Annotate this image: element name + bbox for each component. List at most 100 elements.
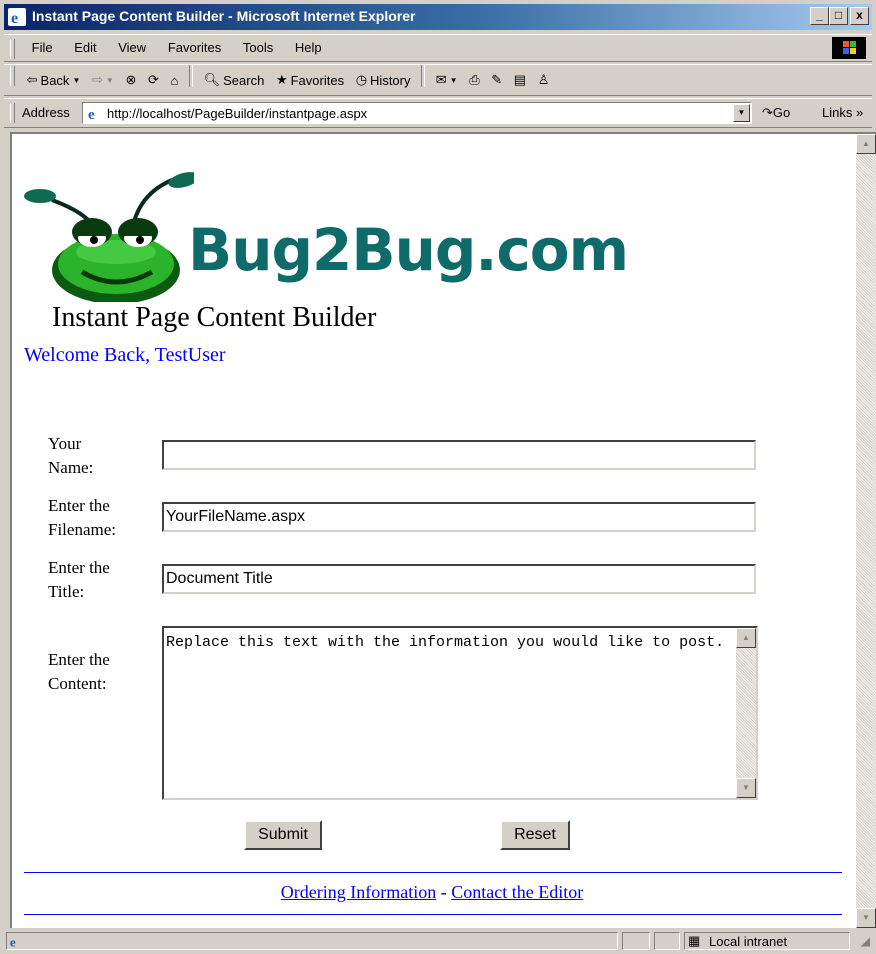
favorites-label: Favorites bbox=[290, 72, 345, 88]
stop-button[interactable]: ⊗ bbox=[121, 65, 140, 95]
go-arrow-icon: ↷ bbox=[762, 105, 773, 120]
links-label: Links bbox=[822, 105, 853, 120]
close-button[interactable]: x bbox=[850, 7, 869, 25]
content-textarea[interactable]: Replace this text with the information y… bbox=[162, 626, 758, 800]
footer-separator: - bbox=[436, 882, 452, 902]
svg-text:e: e bbox=[10, 934, 16, 948]
menu-file[interactable]: File bbox=[23, 35, 62, 61]
back-label: Back bbox=[40, 72, 70, 88]
scroll-down-button[interactable]: ▼ bbox=[736, 778, 756, 798]
messenger-icon: ♙ bbox=[537, 72, 550, 87]
history-icon: ◷ bbox=[355, 72, 368, 87]
filename-input[interactable]: YourFileName.aspx bbox=[162, 502, 756, 532]
back-button[interactable]: ⇦ Back ▼ bbox=[23, 65, 85, 95]
dropdown-arrow-icon: ▼ bbox=[72, 75, 81, 85]
svg-text:e: e bbox=[11, 10, 18, 26]
zone-label: Local intranet bbox=[709, 934, 788, 949]
ordering-information-link[interactable]: Ordering Information bbox=[281, 882, 436, 902]
print-icon: ⎙ bbox=[469, 72, 480, 87]
messenger-button[interactable]: ♙ bbox=[534, 65, 554, 95]
favorites-icon: ★ bbox=[275, 72, 288, 87]
filename-label: Enter the Filename: bbox=[48, 496, 116, 539]
browser-window: e Instant Page Content Builder - Microso… bbox=[0, 0, 876, 954]
address-input[interactable]: e http://localhost/PageBuilder/instantpa… bbox=[82, 102, 752, 124]
menu-bar: File Edit View Favorites Tools Help bbox=[4, 34, 872, 62]
back-arrow-icon: ⇦ bbox=[26, 72, 38, 87]
menu-view[interactable]: View bbox=[109, 35, 155, 61]
zone-pane: ▦ Local intranet bbox=[684, 932, 850, 950]
favorites-button[interactable]: ★ Favorites bbox=[272, 65, 348, 95]
menu-favorites[interactable]: Favorites bbox=[159, 35, 230, 61]
forward-button[interactable]: ⇨ ▼ bbox=[88, 65, 118, 95]
title-input[interactable]: Document Title bbox=[162, 564, 756, 594]
forward-arrow-icon: ⇨ bbox=[91, 72, 103, 87]
ie-logo-icon: e bbox=[8, 8, 26, 26]
menu-tools[interactable]: Tools bbox=[234, 35, 282, 61]
home-button[interactable]: ⌂ bbox=[167, 65, 183, 95]
name-input[interactable] bbox=[162, 440, 756, 470]
home-icon: ⌂ bbox=[170, 72, 179, 88]
search-icon: 🔍︎ bbox=[203, 72, 221, 87]
content-label: Enter the Content: bbox=[48, 650, 110, 693]
contact-editor-link[interactable]: Contact the Editor bbox=[451, 882, 583, 902]
toolbar-separator bbox=[421, 65, 426, 87]
address-dropdown-button[interactable]: ▼ bbox=[733, 104, 750, 122]
textarea-scrollbar[interactable]: ▲ ▼ bbox=[736, 628, 756, 798]
status-pane bbox=[654, 932, 680, 950]
edit-icon: ✎ bbox=[491, 72, 503, 87]
go-label: Go bbox=[772, 105, 791, 120]
address-bar: Address e http://localhost/PageBuilder/i… bbox=[4, 98, 872, 128]
refresh-icon: ⟳ bbox=[147, 72, 159, 87]
dropdown-arrow-icon: ▼ bbox=[449, 75, 458, 85]
search-label: Search bbox=[223, 72, 265, 88]
bug-mascot-logo bbox=[24, 172, 194, 302]
page-title: Instant Page Content Builder bbox=[52, 302, 377, 333]
page-viewport: Bug2Bug.com Instant Page Content Builder… bbox=[10, 132, 876, 928]
page-icon: e bbox=[86, 105, 102, 121]
refresh-button[interactable]: ⟳ bbox=[144, 65, 163, 95]
resize-grip-icon[interactable]: ◢ bbox=[861, 934, 870, 948]
intranet-zone-icon: ▦ bbox=[688, 933, 701, 948]
discuss-icon: ▤ bbox=[513, 72, 527, 87]
print-button[interactable]: ⎙ bbox=[465, 65, 483, 95]
chevron-right-icon: » bbox=[855, 105, 864, 120]
reset-button[interactable]: Reset bbox=[500, 820, 570, 850]
windows-flag-icon bbox=[832, 37, 866, 59]
page-scrollbar[interactable]: ▲ ▼ bbox=[856, 134, 876, 928]
toolbar-grip bbox=[10, 66, 15, 86]
brand-wordmark: Bug2Bug.com bbox=[188, 216, 629, 284]
search-button[interactable]: 🔍︎ Search bbox=[200, 65, 269, 95]
scroll-down-button[interactable]: ▼ bbox=[856, 908, 876, 928]
footer-links: Ordering Information - Contact the Edito… bbox=[12, 882, 852, 903]
toolbar-grip bbox=[10, 103, 15, 123]
scroll-up-button[interactable]: ▲ bbox=[736, 628, 756, 648]
status-main-pane: e bbox=[6, 932, 618, 950]
status-bar: e ▦ Local intranet ◢ bbox=[4, 930, 872, 952]
go-button[interactable]: ↷Go bbox=[762, 105, 790, 121]
window-title: Instant Page Content Builder - Microsoft… bbox=[32, 8, 416, 24]
history-button[interactable]: ◷ History bbox=[352, 65, 415, 95]
menu-help[interactable]: Help bbox=[286, 35, 331, 61]
page-status-icon: e bbox=[10, 934, 16, 948]
title-label: Enter the Title: bbox=[48, 558, 110, 601]
footer-divider-top bbox=[24, 872, 842, 873]
content-text: Replace this text with the information y… bbox=[166, 634, 725, 651]
scroll-up-button[interactable]: ▲ bbox=[856, 134, 876, 154]
mail-icon: ✉ bbox=[435, 72, 447, 87]
discuss-button[interactable]: ▤ bbox=[510, 65, 530, 95]
links-button[interactable]: Links » bbox=[822, 105, 863, 120]
minimize-button[interactable]: _ bbox=[810, 7, 829, 25]
status-pane bbox=[622, 932, 650, 950]
history-label: History bbox=[370, 72, 411, 88]
edit-button[interactable]: ✎ bbox=[487, 65, 506, 95]
name-label: Your Name: bbox=[48, 434, 94, 477]
toolbar-separator bbox=[188, 65, 193, 87]
menu-edit[interactable]: Edit bbox=[65, 35, 105, 61]
submit-button[interactable]: Submit bbox=[244, 820, 322, 850]
welcome-message: Welcome Back, TestUser bbox=[24, 344, 226, 366]
address-url: http://localhost/PageBuilder/instantpage… bbox=[107, 106, 368, 121]
standard-toolbar: ⇦ Back ▼ ⇨ ▼ ⊗ ⟳ ⌂ 🔍︎ Search ★ Favorites… bbox=[4, 64, 872, 96]
mail-button[interactable]: ✉ ▼ bbox=[432, 65, 462, 95]
svg-text:e: e bbox=[88, 107, 95, 121]
maximize-button[interactable]: □ bbox=[829, 7, 848, 25]
